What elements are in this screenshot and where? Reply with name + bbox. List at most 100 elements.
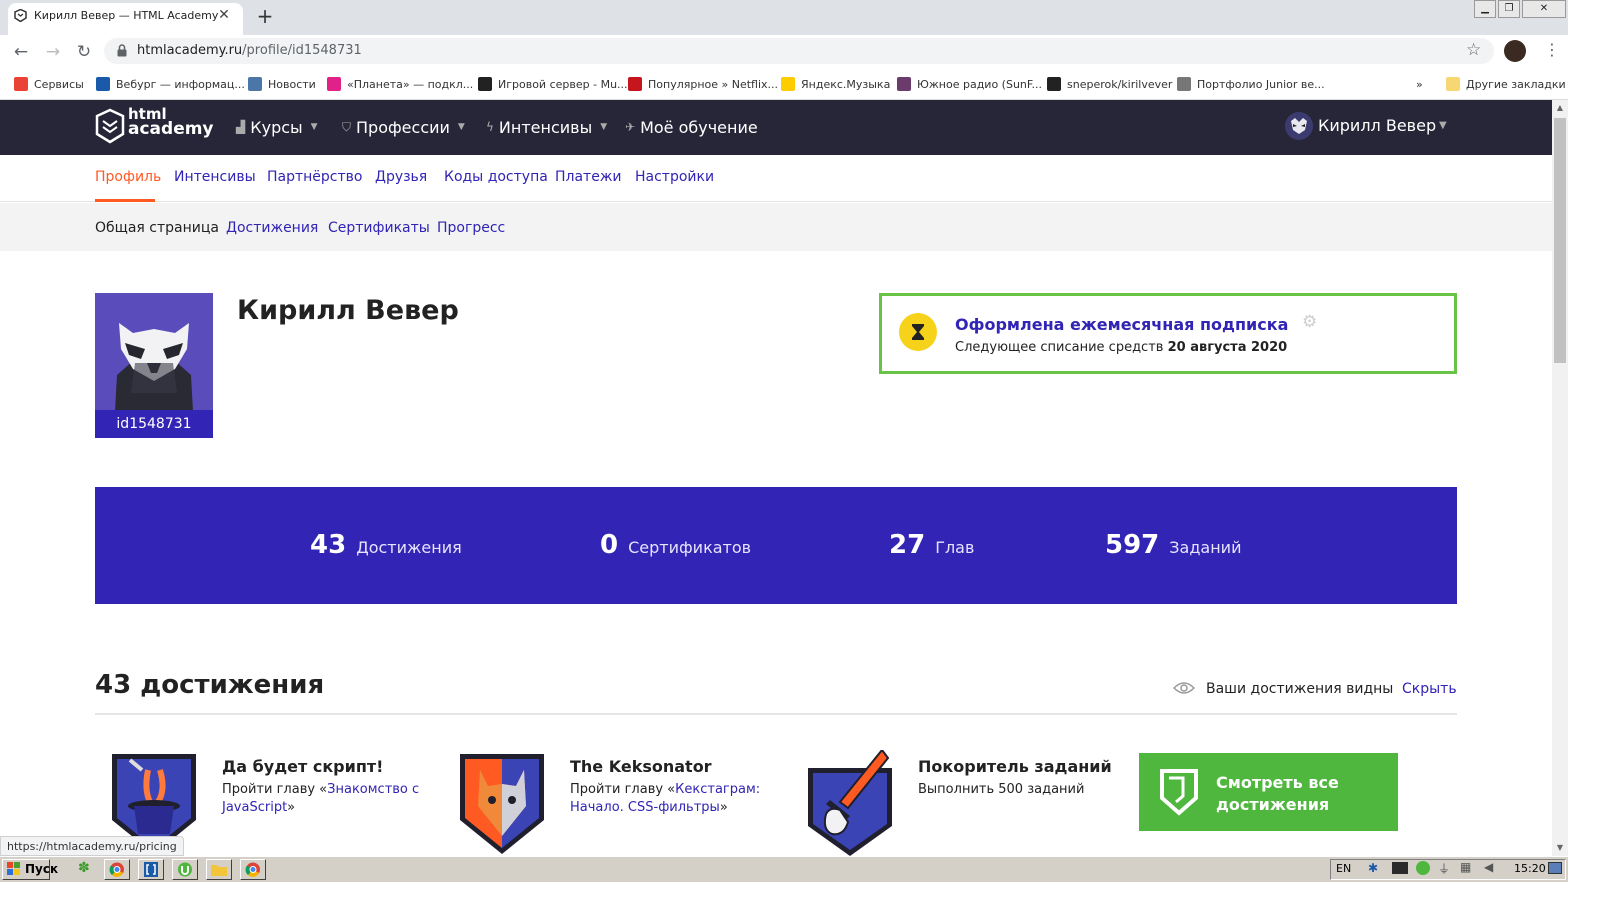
mu-icon <box>478 77 492 91</box>
nav-courses[interactable]: ▟ Курсы ▼ <box>236 116 318 138</box>
volume-icon[interactable]: ◀ <box>1484 860 1493 874</box>
subtab-certificates[interactable]: Сертификаты <box>328 220 430 236</box>
profile-id: id1548731 <box>95 410 213 438</box>
hide-achievements-link[interactable]: Скрыть <box>1402 681 1457 697</box>
bookmark-label: «Планета» — подкл... <box>347 77 474 91</box>
user-menu-name[interactable]: Кирилл Вевер <box>1318 116 1436 135</box>
achievement-description: Выполнить 500 заданий <box>918 781 1118 799</box>
other-bookmarks[interactable]: Другие закладки <box>1446 76 1566 92</box>
bookmark-item[interactable]: «Планета» — подкл... <box>327 76 473 92</box>
bookmark-item[interactable]: Сервисы <box>14 76 84 92</box>
other-bookmarks-label: Другие закладки <box>1466 77 1566 91</box>
taskbar-explorer-icon[interactable] <box>206 859 232 880</box>
user-avatar[interactable] <box>1285 112 1313 140</box>
subtab-overview[interactable]: Общая страница <box>95 220 219 236</box>
see-all-achievements-label[interactable]: Смотреть все достижения <box>1216 772 1356 816</box>
reload-icon[interactable]: ↻ <box>72 40 96 64</box>
badge-sword-icon[interactable] <box>804 750 896 858</box>
nav-intensives[interactable]: ϟ Интенсивы ▼ <box>486 116 607 138</box>
nav-my-learning[interactable]: ✈ Моё обучение <box>625 116 758 138</box>
stat-label: Заданий <box>1169 538 1242 557</box>
tab-payments[interactable]: Платежи <box>555 169 622 185</box>
bookmark-item[interactable]: Новости <box>248 76 316 92</box>
taskbar-chrome-icon[interactable] <box>104 859 130 880</box>
nvidia-icon[interactable] <box>1392 862 1408 874</box>
scroll-down-arrow-icon[interactable]: ▼ <box>1552 840 1568 856</box>
forward-arrow-icon[interactable]: → <box>41 40 65 64</box>
scrollbar-thumb[interactable] <box>1554 118 1566 363</box>
lightning-icon: ϟ <box>486 120 494 134</box>
yandex-music-icon <box>781 77 795 91</box>
tab-settings[interactable]: Настройки <box>635 169 714 185</box>
bookmark-item[interactable]: Портфолио Junior ве... <box>1177 76 1325 92</box>
back-arrow-icon[interactable]: ← <box>9 40 33 64</box>
kebab-menu-icon[interactable]: ⋮ <box>1544 40 1560 59</box>
folder-icon <box>1446 77 1460 91</box>
bookmark-item[interactable]: sneperok/kirilvever <box>1047 76 1172 92</box>
show-desktop-icon[interactable] <box>1548 862 1562 874</box>
tab-friends[interactable]: Друзья <box>375 169 427 185</box>
new-tab-button[interactable]: + <box>254 5 276 27</box>
subscription-title[interactable]: Оформлена ежемесячная подписка <box>955 315 1288 334</box>
subscription-next-charge: Следующее списание средств 20 августа 20… <box>955 340 1287 355</box>
bookmarks-overflow[interactable]: » <box>1416 76 1423 92</box>
bookmark-item[interactable]: Вебург — информац... <box>96 76 245 92</box>
bookmark-label: Сервисы <box>34 77 84 91</box>
close-window-icon[interactable]: ✕ <box>1522 0 1566 18</box>
url-text[interactable]: htmlacademy.ru/profile/id1548731 <box>137 43 362 58</box>
tab-partnership[interactable]: Партнёрство <box>267 169 362 185</box>
taskbar-chrome-icon[interactable] <box>240 859 266 880</box>
stat-achievements[interactable]: 43 Достижения <box>310 530 462 560</box>
stat-certificates[interactable]: 0 Сертификатов <box>600 530 751 560</box>
achievement-desc-prefix: Пройти главу « <box>570 782 676 797</box>
bookmark-star-icon[interactable]: ☆ <box>1466 40 1481 60</box>
achievement-description: Пройти главу «Знакомство с JavaScript» <box>222 781 422 817</box>
utorrent-tray-icon[interactable] <box>1416 861 1430 875</box>
restore-window-icon[interactable]: ❐ <box>1498 0 1520 18</box>
netflix-icon <box>628 77 642 91</box>
chevron-down-icon[interactable]: ▼ <box>1439 120 1447 131</box>
bookmark-item[interactable]: Игровой сервер - Mu... <box>478 76 628 92</box>
minimize-window-icon[interactable]: ▁ <box>1474 0 1496 18</box>
stat-tasks[interactable]: 597 Заданий <box>1105 530 1241 560</box>
bookmark-label: Новости <box>268 77 316 91</box>
taskbar-brackets-app-icon[interactable] <box>138 859 164 880</box>
tab-profile[interactable]: Профиль <box>95 169 161 185</box>
logo-text[interactable]: html academy <box>128 107 214 138</box>
usb-icon[interactable]: ⏚ <box>1438 860 1450 877</box>
badge-keksonator-icon[interactable] <box>456 750 548 858</box>
achievement-desc-suffix: » <box>719 800 728 815</box>
quick-launch-icon[interactable]: ✽ <box>78 860 90 876</box>
taskbar-utorrent-icon[interactable] <box>172 859 198 880</box>
achievement-description: Пройти главу «Кекстаграм: Начало. CSS-фи… <box>570 781 770 817</box>
scroll-up-arrow-icon[interactable]: ▲ <box>1552 100 1568 116</box>
shield-icon: ⛉ <box>342 119 352 134</box>
subtab-achievements[interactable]: Достижения <box>226 220 318 236</box>
bookmark-label: sneperok/kirilvever <box>1067 77 1173 91</box>
chevron-down-icon: ▼ <box>457 122 465 132</box>
bookmark-item[interactable]: Яндекс.Музыка <box>781 76 890 92</box>
nav-intensives-label: Интенсивы <box>498 117 593 137</box>
bookmark-item[interactable]: Популярное » Netflix... <box>628 76 778 92</box>
bluetooth-icon[interactable]: ✱ <box>1368 861 1378 875</box>
weburg-icon <box>96 77 110 91</box>
bookmark-item[interactable]: Южное радио (SunF... <box>897 76 1042 92</box>
github-icon <box>1047 77 1061 91</box>
url-host: htmlacademy.ru <box>137 43 243 58</box>
tab-access-codes[interactable]: Коды доступа <box>444 169 548 185</box>
nav-professions[interactable]: ⛉ Профессии ▼ <box>342 116 465 138</box>
achievement-name: The Keksonator <box>570 757 712 776</box>
achievements-visibility-text: Ваши достижения видны <box>1206 681 1394 697</box>
clock[interactable]: 15:20 <box>1514 862 1546 875</box>
stat-label: Глав <box>935 538 975 557</box>
subtab-progress[interactable]: Прогресс <box>437 220 505 236</box>
tab-intensives[interactable]: Интенсивы <box>174 169 256 185</box>
bookmark-label: Игровой сервер - Mu... <box>498 77 628 91</box>
keyboard-language[interactable]: EN <box>1336 862 1351 875</box>
gear-icon[interactable]: ⚙ <box>1302 312 1317 332</box>
browser-profile-avatar[interactable] <box>1504 40 1526 62</box>
tab-close-icon[interactable]: ✕ <box>214 5 234 25</box>
achievement-name: Покоритель заданий <box>918 757 1112 776</box>
stat-chapters[interactable]: 27 Глав <box>889 530 974 560</box>
network-icon[interactable]: ▦ <box>1460 860 1471 874</box>
